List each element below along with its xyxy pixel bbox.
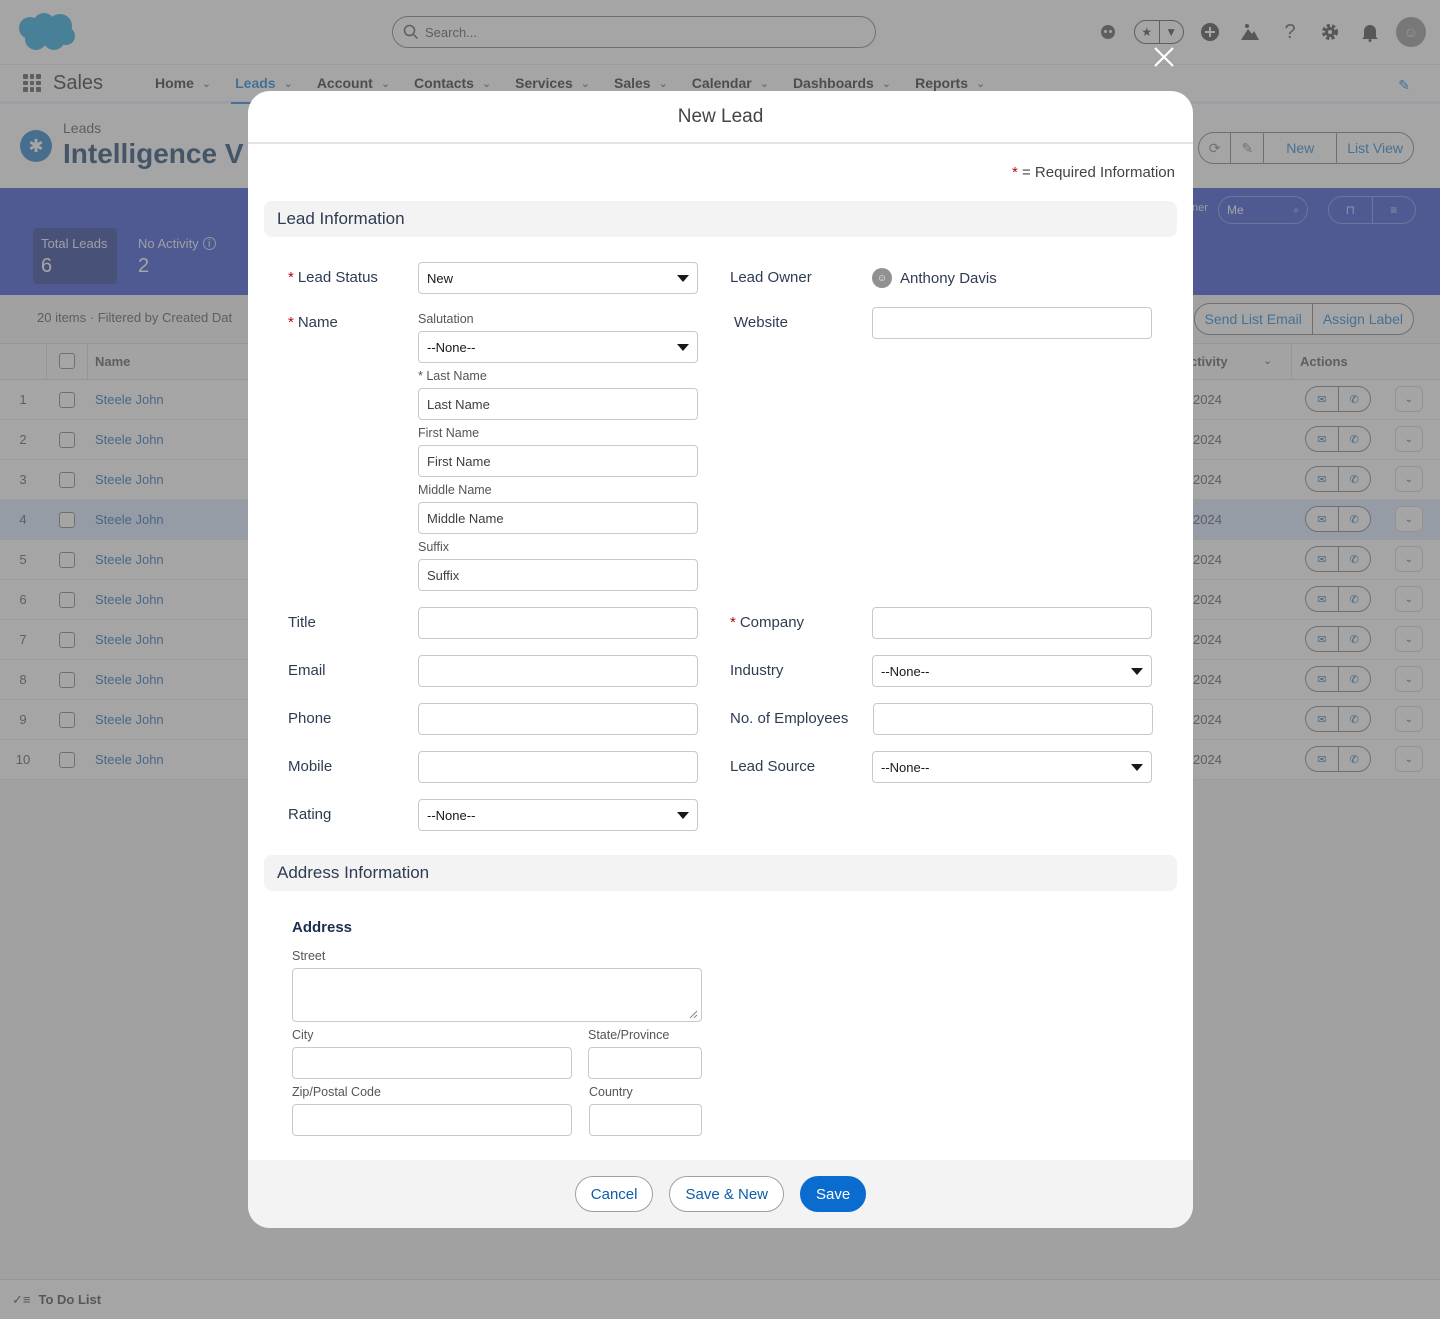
lead-owner-label: Lead Owner bbox=[730, 269, 812, 286]
city-label: City bbox=[292, 1028, 314, 1042]
required-asterisk: * bbox=[288, 269, 294, 286]
last-name-input[interactable] bbox=[418, 388, 698, 420]
zip-input[interactable] bbox=[292, 1104, 572, 1136]
salutation-select[interactable]: --None-- bbox=[418, 331, 698, 363]
lead-source-label: Lead Source bbox=[730, 758, 816, 775]
street-textarea[interactable] bbox=[292, 968, 702, 1022]
lead-source-select[interactable]: --None-- bbox=[872, 751, 1152, 783]
industry-select[interactable]: --None-- bbox=[872, 655, 1152, 687]
required-info-note: * = Required Information bbox=[1012, 164, 1175, 181]
lead-status-label-text: Lead Status bbox=[297, 269, 378, 286]
state-label: State/Province bbox=[588, 1028, 670, 1042]
save-button[interactable]: Save bbox=[800, 1176, 867, 1212]
lead-source-value: --None-- bbox=[881, 759, 930, 775]
dropdown-caret-icon bbox=[1131, 667, 1143, 675]
required-info-text: = Required Information bbox=[1021, 164, 1175, 181]
suffix-label: Suffix bbox=[418, 540, 450, 554]
save-and-new-button[interactable]: Save & New bbox=[669, 1176, 785, 1212]
resize-handle-icon[interactable] bbox=[688, 1009, 698, 1019]
required-asterisk: * bbox=[1011, 164, 1018, 181]
mobile-label: Mobile bbox=[288, 758, 333, 775]
first-name-input[interactable] bbox=[418, 445, 698, 477]
last-name-label: * Last Name bbox=[418, 369, 487, 383]
user-avatar-icon: ☺ bbox=[872, 268, 892, 288]
website-label: Website bbox=[734, 314, 788, 331]
lead-status-select[interactable]: New bbox=[418, 262, 698, 294]
company-label: * Company bbox=[730, 614, 804, 631]
close-icon[interactable] bbox=[1150, 43, 1178, 71]
lead-owner-name: Anthony Davis bbox=[900, 269, 997, 287]
country-input[interactable] bbox=[589, 1104, 702, 1136]
rating-select[interactable]: --None-- bbox=[418, 799, 698, 831]
website-input[interactable] bbox=[872, 307, 1152, 339]
name-label-text: Name bbox=[297, 314, 338, 331]
employees-input[interactable] bbox=[873, 703, 1153, 735]
company-input[interactable] bbox=[872, 607, 1152, 639]
middle-name-input[interactable] bbox=[418, 502, 698, 534]
email-label: Email bbox=[288, 662, 326, 679]
address-heading: Address bbox=[292, 919, 353, 936]
company-label-text: Company bbox=[739, 614, 805, 631]
salutation-value: --None-- bbox=[427, 339, 476, 355]
suffix-input[interactable] bbox=[418, 559, 698, 591]
lead-owner-value[interactable]: ☺ Anthony Davis bbox=[872, 268, 997, 288]
cancel-button[interactable]: Cancel bbox=[574, 1176, 654, 1212]
employees-label: No. of Employees bbox=[730, 710, 849, 727]
section-address-information[interactable]: Address Information bbox=[264, 855, 1177, 891]
industry-label: Industry bbox=[730, 662, 784, 679]
section-lead-information[interactable]: Lead Information bbox=[264, 201, 1177, 237]
dropdown-caret-icon bbox=[677, 343, 689, 351]
country-label: Country bbox=[589, 1085, 633, 1099]
required-asterisk: * bbox=[288, 314, 294, 331]
salutation-label: Salutation bbox=[418, 312, 474, 326]
lead-status-value: New bbox=[427, 270, 454, 286]
modal-footer: Cancel Save & New Save bbox=[248, 1160, 1193, 1228]
dropdown-caret-icon bbox=[677, 811, 689, 819]
dropdown-caret-icon bbox=[677, 274, 689, 282]
street-label: Street bbox=[292, 949, 326, 963]
title-input[interactable] bbox=[418, 607, 698, 639]
city-input[interactable] bbox=[292, 1047, 572, 1079]
industry-value: --None-- bbox=[881, 663, 930, 679]
lead-status-label: * Lead Status bbox=[288, 269, 378, 286]
dropdown-caret-icon bbox=[1131, 763, 1143, 771]
rating-value: --None-- bbox=[427, 807, 476, 823]
email-input[interactable] bbox=[418, 655, 698, 687]
modal-title: New Lead bbox=[248, 91, 1193, 144]
mobile-input[interactable] bbox=[418, 751, 698, 783]
name-label: * Name bbox=[288, 314, 338, 331]
required-asterisk: * bbox=[730, 614, 736, 631]
new-lead-modal: New Lead * = Required Information Lead I… bbox=[248, 91, 1193, 1228]
middle-name-label: Middle Name bbox=[418, 483, 492, 497]
phone-input[interactable] bbox=[418, 703, 698, 735]
state-input[interactable] bbox=[588, 1047, 702, 1079]
phone-label: Phone bbox=[288, 710, 332, 727]
title-label: Title bbox=[288, 614, 316, 631]
rating-label: Rating bbox=[288, 806, 332, 823]
first-name-label: First Name bbox=[418, 426, 480, 440]
zip-label: Zip/Postal Code bbox=[292, 1085, 381, 1099]
